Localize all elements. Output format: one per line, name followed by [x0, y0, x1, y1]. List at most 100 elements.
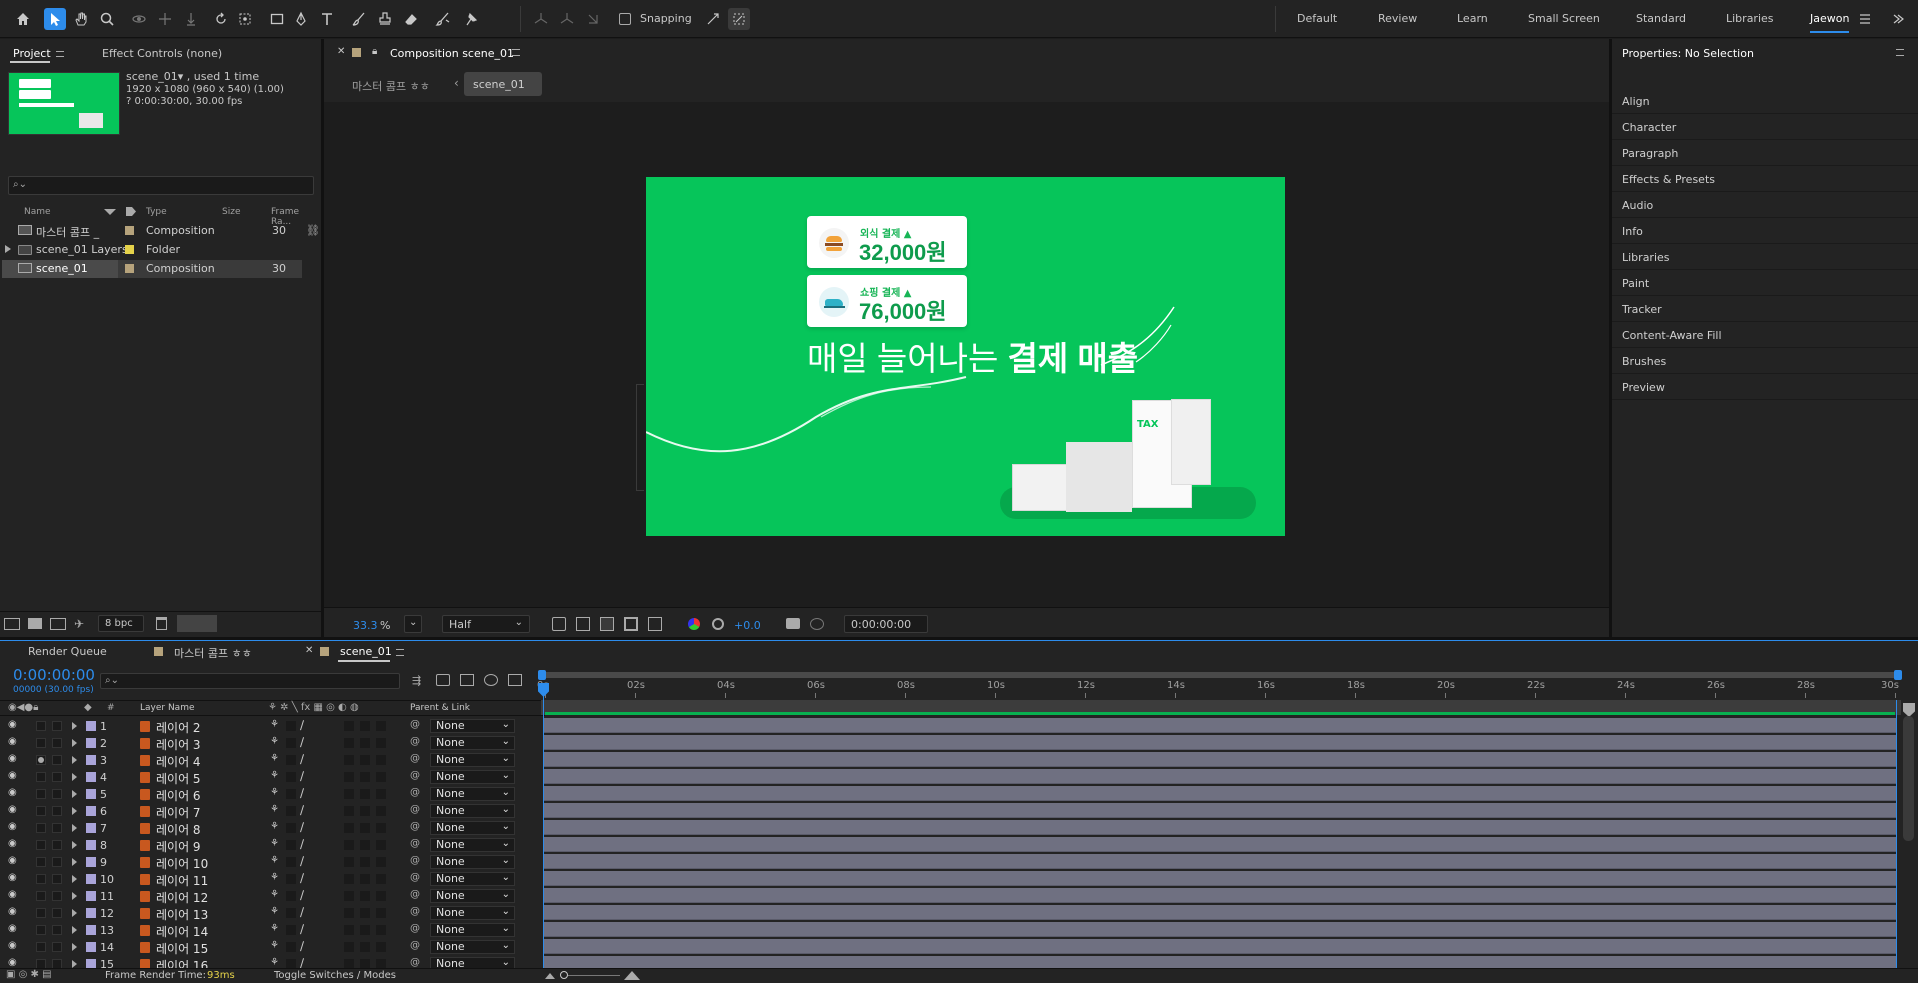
pick-whip-icon[interactable]: @ — [410, 957, 420, 968]
adjustment-switch[interactable] — [360, 942, 370, 952]
layer-row[interactable]: ◉ 14 레이어 15 ⚘ ∕ @ None ⌄ — [0, 939, 545, 956]
flowchart-icon[interactable]: ⛓ — [306, 225, 320, 236]
switches-icons[interactable]: ⚘ ✲ ╲ fx ▦ ◎ ◐ ◍ — [268, 702, 359, 713]
parent-dropdown[interactable]: None ⌄ — [430, 770, 515, 784]
layer-duration-bar[interactable] — [544, 905, 1896, 920]
lock-toggle[interactable] — [52, 891, 62, 901]
quality-switch-icon[interactable]: ∕ — [300, 786, 304, 800]
layer-label-swatch[interactable] — [86, 891, 96, 901]
region-of-interest-icon[interactable] — [624, 617, 638, 631]
properties-item-tracker[interactable]: Tracker — [1622, 303, 1662, 316]
shy-switch-icon[interactable]: ⚘ — [270, 770, 279, 781]
layer-duration-bar[interactable] — [544, 786, 1896, 801]
pick-whip-icon[interactable]: @ — [410, 889, 420, 900]
composition-canvas[interactable]: 외식 결제 ▲ 32,000원 쇼핑 결제 ▲ 76,000원 매일 늘어나는 … — [646, 177, 1285, 536]
draft-3d-icon[interactable] — [436, 674, 450, 686]
layer-label-swatch[interactable] — [86, 772, 96, 782]
properties-item-effects-presets[interactable]: Effects & Presets — [1622, 173, 1715, 186]
3d-layer-switch[interactable] — [376, 755, 386, 765]
pick-whip-icon[interactable]: @ — [410, 872, 420, 883]
local-axis-mode-icon[interactable] — [530, 8, 552, 30]
layer-label-swatch[interactable] — [86, 823, 96, 833]
eye-icon[interactable]: ◉ — [8, 736, 17, 747]
collapse-switch[interactable] — [286, 755, 296, 765]
snap-edges-icon[interactable] — [702, 8, 724, 30]
shy-switch-icon[interactable]: ⚘ — [270, 821, 279, 832]
bit-depth-button[interactable]: 8 bpc — [98, 615, 144, 632]
eye-icon[interactable]: ◉ — [8, 889, 17, 900]
expand-arrow-icon[interactable] — [72, 807, 77, 815]
eye-icon[interactable]: ◉ — [8, 804, 17, 815]
motion-blur-switch[interactable] — [344, 806, 354, 816]
eye-icon[interactable]: ◉ — [8, 821, 17, 832]
adjustment-switch[interactable] — [360, 908, 370, 918]
parent-dropdown[interactable]: None ⌄ — [430, 855, 515, 869]
3d-layer-switch[interactable] — [376, 806, 386, 816]
layer-row[interactable]: ◉ 5 레이어 6 ⚘ ∕ @ None ⌄ — [0, 786, 545, 803]
properties-item-align[interactable]: Align — [1622, 95, 1650, 108]
layer-label-swatch[interactable] — [86, 908, 96, 918]
zoom-out-icon[interactable] — [545, 973, 555, 979]
quality-switch-icon[interactable]: ∕ — [300, 803, 304, 817]
tab-project[interactable]: Project — [13, 47, 51, 60]
parent-dropdown[interactable]: None ⌄ — [430, 889, 515, 903]
layer-row[interactable]: ◉ 10 레이어 11 ⚘ ∕ @ None ⌄ — [0, 871, 545, 888]
eye-icon[interactable]: ◉ — [8, 940, 17, 951]
collapse-switch[interactable] — [286, 772, 296, 782]
properties-item-content-aware-fill[interactable]: Content-Aware Fill — [1622, 329, 1722, 342]
layer-name[interactable]: 레이어 11 — [156, 872, 208, 889]
expand-arrow-icon[interactable] — [72, 790, 77, 798]
shy-switch-icon[interactable]: ⚘ — [270, 906, 279, 917]
close-tab-icon[interactable]: ✕ — [337, 46, 345, 57]
workspace-small-screen[interactable]: Small Screen — [1528, 12, 1600, 25]
column-name[interactable]: Name — [24, 207, 51, 217]
quality-switch-icon[interactable]: ∕ — [300, 888, 304, 902]
eye-icon[interactable]: ◉ — [8, 787, 17, 798]
layer-name[interactable]: 레이어 8 — [156, 821, 201, 838]
parent-dropdown[interactable]: None ⌄ — [430, 753, 515, 767]
properties-menu-icon[interactable] — [1896, 49, 1904, 56]
adjustment-switch[interactable] — [360, 755, 370, 765]
solo-toggle[interactable] — [36, 925, 46, 935]
clone-stamp-tool-icon[interactable] — [374, 8, 396, 30]
shy-switch-icon[interactable]: ⚘ — [270, 940, 279, 951]
label-swatch[interactable] — [125, 226, 134, 235]
quality-switch-icon[interactable]: ∕ — [300, 837, 304, 851]
layer-name[interactable]: 레이어 12 — [156, 889, 208, 906]
pick-whip-icon[interactable]: @ — [410, 770, 420, 781]
dolly-camera-icon[interactable] — [180, 8, 202, 30]
label-column-icon[interactable] — [126, 207, 136, 216]
layer-row[interactable]: ◉ 1 레이어 2 ⚘ ∕ @ None ⌄ — [0, 718, 545, 735]
3d-layer-switch[interactable] — [376, 942, 386, 952]
work-area-range[interactable] — [545, 712, 1895, 715]
shy-switch-icon[interactable]: ⚘ — [270, 855, 279, 866]
solo-toggle[interactable] — [36, 789, 46, 799]
pick-whip-icon[interactable]: @ — [410, 838, 420, 849]
delete-icon[interactable] — [156, 617, 167, 630]
pick-whip-icon[interactable]: @ — [410, 753, 420, 764]
lock-toggle[interactable] — [52, 823, 62, 833]
quality-switch-icon[interactable]: ∕ — [300, 922, 304, 936]
brush-tool-icon[interactable] — [348, 8, 370, 30]
overflow-chevron-icon[interactable] — [1886, 8, 1908, 30]
snapshot-icon[interactable] — [786, 618, 800, 629]
solo-toggle[interactable] — [36, 823, 46, 833]
tab-render-queue[interactable]: Render Queue — [28, 645, 107, 658]
selection-tool-icon[interactable] — [44, 8, 66, 30]
parent-dropdown[interactable]: None ⌄ — [430, 821, 515, 835]
zoom-tool-icon[interactable] — [96, 8, 118, 30]
layer-duration-bar[interactable] — [544, 888, 1896, 903]
pick-whip-icon[interactable]: @ — [410, 906, 420, 917]
layer-row[interactable]: ◉ 4 레이어 5 ⚘ ∕ @ None ⌄ — [0, 769, 545, 786]
eye-icon[interactable]: ◉ — [8, 872, 17, 883]
3d-layer-switch[interactable] — [376, 925, 386, 935]
layer-name[interactable]: 레이어 9 — [156, 838, 201, 855]
label-swatch[interactable] — [125, 245, 134, 254]
layer-row[interactable]: ◉ 11 레이어 12 ⚘ ∕ @ None ⌄ — [0, 888, 545, 905]
column-parent-link[interactable]: Parent & Link — [410, 703, 470, 713]
layer-duration-bar[interactable] — [544, 752, 1896, 767]
3d-layer-switch[interactable] — [376, 823, 386, 833]
workspace-learn[interactable]: Learn — [1457, 12, 1488, 25]
layer-duration-bar[interactable] — [544, 803, 1896, 818]
properties-item-audio[interactable]: Audio — [1622, 199, 1653, 212]
